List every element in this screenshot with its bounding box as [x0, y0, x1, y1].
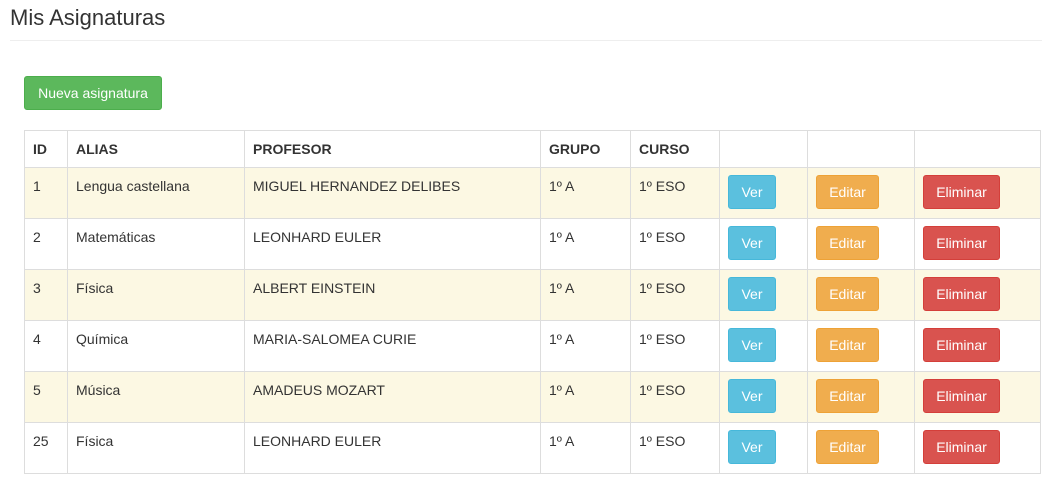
cell-profesor: ALBERT EINSTEIN — [244, 269, 541, 321]
cell-id: 4 — [24, 320, 68, 372]
cell-curso: 1º ESO — [630, 422, 720, 474]
header-grupo: GRUPO — [540, 130, 631, 168]
view-button[interactable]: Ver — [728, 277, 776, 311]
cell-grupo: 1º A — [540, 422, 631, 474]
header-id: ID — [24, 130, 68, 168]
view-button[interactable]: Ver — [728, 430, 776, 464]
cell-delete: Eliminar — [914, 269, 1041, 321]
new-subject-button[interactable]: Nueva asignatura — [24, 76, 162, 110]
delete-button[interactable]: Eliminar — [923, 328, 1000, 362]
edit-button[interactable]: Editar — [816, 379, 879, 413]
cell-view: Ver — [719, 371, 808, 423]
view-button[interactable]: Ver — [728, 226, 776, 260]
cell-edit: Editar — [807, 320, 915, 372]
cell-view: Ver — [719, 218, 808, 270]
header-edit — [807, 130, 915, 168]
cell-edit: Editar — [807, 218, 915, 270]
cell-id: 1 — [24, 167, 68, 219]
table-row: 25 Física LEONHARD EULER 1º A 1º ESO Ver… — [24, 422, 1041, 474]
cell-alias: Matemáticas — [67, 218, 245, 270]
delete-button[interactable]: Eliminar — [923, 277, 1000, 311]
cell-id: 3 — [24, 269, 68, 321]
cell-edit: Editar — [807, 422, 915, 474]
edit-button[interactable]: Editar — [816, 226, 879, 260]
cell-grupo: 1º A — [540, 371, 631, 423]
cell-profesor: MARIA-SALOMEA CURIE — [244, 320, 541, 372]
cell-grupo: 1º A — [540, 167, 631, 219]
cell-grupo: 1º A — [540, 320, 631, 372]
cell-alias: Música — [67, 371, 245, 423]
view-button[interactable]: Ver — [728, 175, 776, 209]
cell-curso: 1º ESO — [630, 218, 720, 270]
table-row: 3 Física ALBERT EINSTEIN 1º A 1º ESO Ver… — [24, 269, 1041, 321]
edit-button[interactable]: Editar — [816, 430, 879, 464]
cell-curso: 1º ESO — [630, 269, 720, 321]
cell-profesor: MIGUEL HERNANDEZ DELIBES — [244, 167, 541, 219]
header-view — [719, 130, 808, 168]
cell-id: 5 — [24, 371, 68, 423]
cell-view: Ver — [719, 422, 808, 474]
cell-view: Ver — [719, 269, 808, 321]
table-row: 1 Lengua castellana MIGUEL HERNANDEZ DEL… — [24, 167, 1041, 219]
cell-alias: Física — [67, 269, 245, 321]
delete-button[interactable]: Eliminar — [923, 430, 1000, 464]
cell-grupo: 1º A — [540, 218, 631, 270]
cell-delete: Eliminar — [914, 422, 1041, 474]
table-row: 5 Música AMADEUS MOZART 1º A 1º ESO Ver … — [24, 371, 1041, 423]
page-title: Mis Asignaturas — [10, 5, 166, 30]
cell-edit: Editar — [807, 371, 915, 423]
table-header-row: ID ALIAS PROFESOR GRUPO CURSO — [24, 130, 1041, 168]
delete-button[interactable]: Eliminar — [923, 175, 1000, 209]
table-row: 2 Matemáticas LEONHARD EULER 1º A 1º ESO… — [24, 218, 1041, 270]
header-delete — [914, 130, 1041, 168]
cell-alias: Lengua castellana — [67, 167, 245, 219]
cell-profesor: LEONHARD EULER — [244, 422, 541, 474]
delete-button[interactable]: Eliminar — [923, 379, 1000, 413]
cell-alias: Física — [67, 422, 245, 474]
view-button[interactable]: Ver — [728, 379, 776, 413]
edit-button[interactable]: Editar — [816, 328, 879, 362]
cell-id: 2 — [24, 218, 68, 270]
title-divider — [10, 40, 1042, 41]
cell-grupo: 1º A — [540, 269, 631, 321]
edit-button[interactable]: Editar — [816, 277, 879, 311]
table-row: 4 Química MARIA-SALOMEA CURIE 1º A 1º ES… — [24, 320, 1041, 372]
cell-view: Ver — [719, 320, 808, 372]
cell-view: Ver — [719, 167, 808, 219]
cell-edit: Editar — [807, 269, 915, 321]
cell-curso: 1º ESO — [630, 167, 720, 219]
cell-alias: Química — [67, 320, 245, 372]
cell-edit: Editar — [807, 167, 915, 219]
cell-curso: 1º ESO — [630, 320, 720, 372]
subjects-table: ID ALIAS PROFESOR GRUPO CURSO 1 Lengua c… — [24, 130, 1041, 474]
header-alias: ALIAS — [67, 130, 245, 168]
cell-id: 25 — [24, 422, 68, 474]
cell-curso: 1º ESO — [630, 371, 720, 423]
delete-button[interactable]: Eliminar — [923, 226, 1000, 260]
header-profesor: PROFESOR — [244, 130, 541, 168]
cell-profesor: LEONHARD EULER — [244, 218, 541, 270]
cell-delete: Eliminar — [914, 371, 1041, 423]
cell-delete: Eliminar — [914, 320, 1041, 372]
cell-delete: Eliminar — [914, 218, 1041, 270]
edit-button[interactable]: Editar — [816, 175, 879, 209]
header-curso: CURSO — [630, 130, 720, 168]
cell-profesor: AMADEUS MOZART — [244, 371, 541, 423]
cell-delete: Eliminar — [914, 167, 1041, 219]
view-button[interactable]: Ver — [728, 328, 776, 362]
